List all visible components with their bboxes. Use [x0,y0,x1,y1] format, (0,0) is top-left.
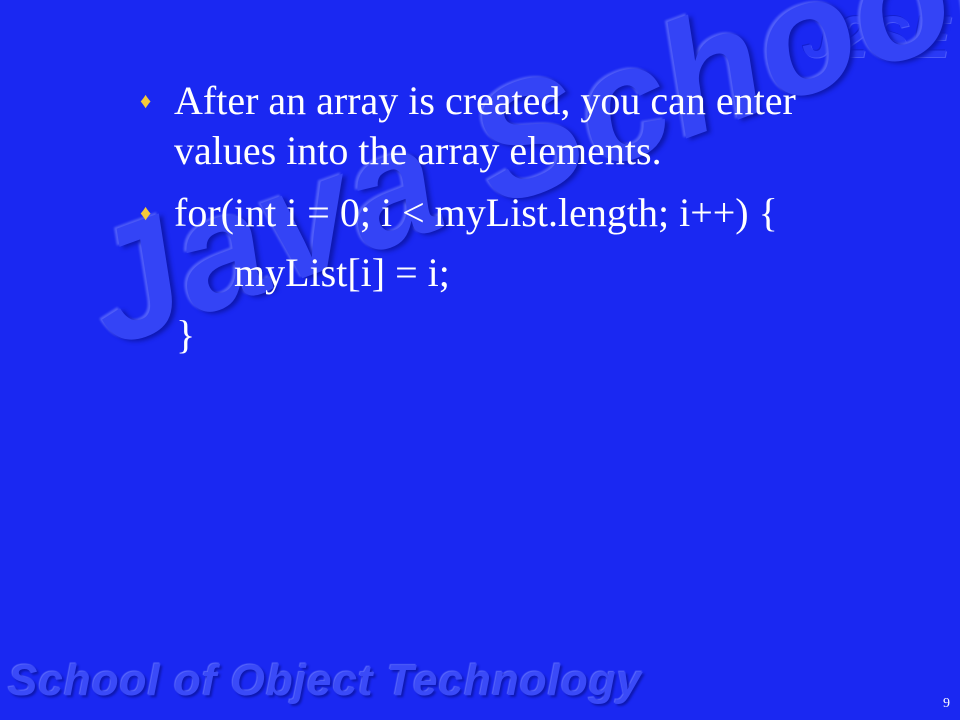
bullet-text-line: values into the array elements. [174,128,662,173]
code-line: myList[i] = i; [234,250,450,295]
code-line: } [176,312,196,357]
page-number: 9 [943,696,950,711]
diamond-bullet-icon: ♦ [140,88,152,113]
footer-watermark: School of Object Technology [8,656,643,705]
diamond-bullet-icon: ♦ [140,200,152,225]
bullet-text-line: for(int i = 0; i < myList.length; i++) { [174,190,778,235]
slide: J2SE Java School School of Object Techno… [0,0,960,720]
